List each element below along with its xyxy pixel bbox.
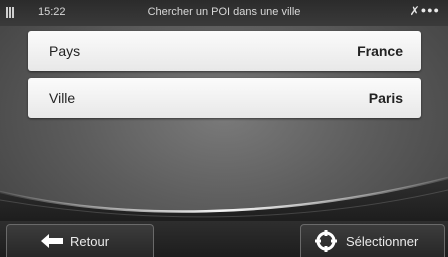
road-decoration (0, 176, 448, 230)
country-label: Pays (49, 43, 81, 59)
city-value: Paris (368, 90, 403, 106)
country-field[interactable]: Pays France (28, 31, 421, 71)
city-field[interactable]: Ville Paris (28, 78, 421, 118)
satellite-icon: ✗●●● (409, 4, 440, 18)
back-button-label: Retour (70, 234, 110, 249)
select-button[interactable]: Sélectionner (300, 224, 445, 257)
select-button-label: Sélectionner (346, 234, 419, 249)
country-value: France (357, 43, 403, 59)
arrow-left-icon (41, 234, 63, 248)
screen-title: Chercher un POI dans une ville (147, 6, 301, 18)
back-button[interactable]: Retour (6, 224, 154, 257)
city-label: Ville (49, 90, 76, 106)
screen: 15:22 Chercher un POI dans une ville ✗●●… (0, 0, 448, 257)
target-icon (315, 230, 337, 252)
status-bar: 15:22 Chercher un POI dans une ville ✗●●… (0, 0, 448, 26)
